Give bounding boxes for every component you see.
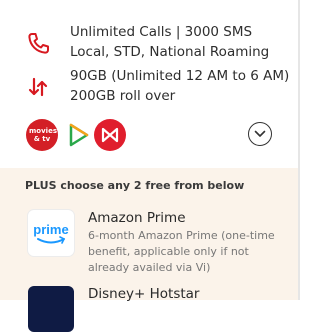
feature-line: 90GB (Unlimited 12 AM to 6 AM) [70, 68, 290, 84]
chevron-down-icon [254, 130, 266, 137]
red-bow-logo-icon [94, 119, 126, 151]
plus-offers-section: PLUS choose any 2 free from below prime … [0, 168, 298, 332]
scroll-edge [298, 0, 300, 300]
offer-amazon-prime[interactable]: prime Amazon Prime 6-month Amazon Prime … [0, 206, 298, 274]
movies-tv-logo-icon: movies & tv [26, 119, 58, 151]
feature-data-text: 90GB (Unlimited 12 AM to 6 AM) 200GB rol… [70, 66, 289, 106]
feature-calls-text: Unlimited Calls | 3000 SMS Local, STD, N… [70, 22, 269, 62]
play-triangle-logo-icon [62, 119, 94, 151]
plan-card: Unlimited Calls | 3000 SMS Local, STD, N… [0, 0, 300, 332]
data-arrows-icon [24, 74, 52, 102]
offer-desc-line: already availed via Vi) [88, 261, 211, 274]
expand-button[interactable] [248, 122, 272, 146]
disney-hotstar-logo [28, 286, 74, 332]
prime-logo-text: prime [33, 222, 68, 237]
feature-line: Local, STD, National Roaming [70, 44, 270, 60]
phone-icon [24, 30, 52, 58]
feature-data: 90GB (Unlimited 12 AM to 6 AM) 200GB rol… [0, 66, 298, 110]
offer-desc-line: 6-month Amazon Prime (one-time [88, 229, 275, 242]
feature-line: Unlimited Calls | 3000 SMS [70, 24, 253, 40]
movies-logo-text: movies & tv [29, 127, 57, 143]
offer-disney-hotstar[interactable]: Disney+ Hotstar [0, 284, 298, 332]
feature-calls: Unlimited Calls | 3000 SMS Local, STD, N… [0, 22, 298, 66]
offer-desc-line: benefit, applicable only if not [88, 245, 249, 258]
feature-line: 200GB roll over [70, 88, 176, 104]
offer-title: Amazon Prime [88, 210, 186, 226]
ott-apps-row: movies & tv [0, 116, 298, 156]
plus-heading: PLUS choose any 2 free from below [25, 179, 245, 192]
amazon-prime-logo: prime [28, 210, 74, 256]
offer-description: 6-month Amazon Prime (one-time benefit, … [88, 228, 275, 276]
